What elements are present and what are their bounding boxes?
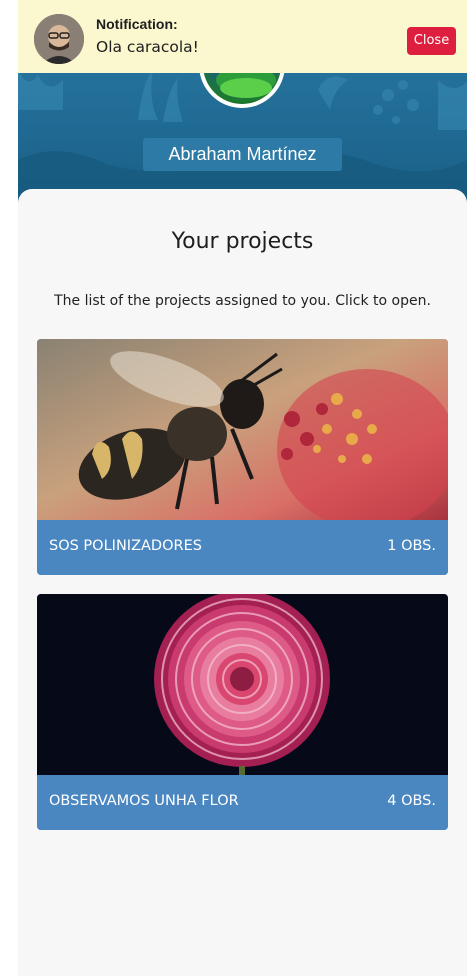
app-screen: Abraham Martínez Notification: Ola carac… [18,0,467,976]
notification-avatar [34,14,84,64]
observation-count: 4 OBS. [387,793,436,809]
pink-dahlia-image-icon [37,594,448,775]
section-description: The list of the projects assigned to you… [54,293,431,309]
projects-panel: Your projects The list of the projects a… [18,189,467,976]
person-avatar-icon [34,14,84,64]
project-card[interactable]: OBSERVAMOS UNHA FLOR 4 OBS. [37,594,448,830]
project-card-footer: SOS POLINIZADORES 1 OBS. [37,520,448,575]
notification-title: Notification: [96,16,178,32]
page-title: Your projects [171,229,314,254]
observation-count: 1 OBS. [387,538,436,554]
bee-on-flower-image-icon [37,339,448,520]
project-image [37,339,448,520]
project-image [37,594,448,775]
notification-message: Ola caracola! [96,38,199,56]
project-card-footer: OBSERVAMOS UNHA FLOR 4 OBS. [37,775,448,830]
notification-bar: Notification: Ola caracola! Close [18,0,467,73]
project-card[interactable]: SOS POLINIZADORES 1 OBS. [37,339,448,575]
project-name: OBSERVAMOS UNHA FLOR [49,793,239,809]
close-notification-button[interactable]: Close [407,27,456,55]
project-name: SOS POLINIZADORES [49,538,202,554]
user-name: Abraham Martínez [143,138,342,171]
